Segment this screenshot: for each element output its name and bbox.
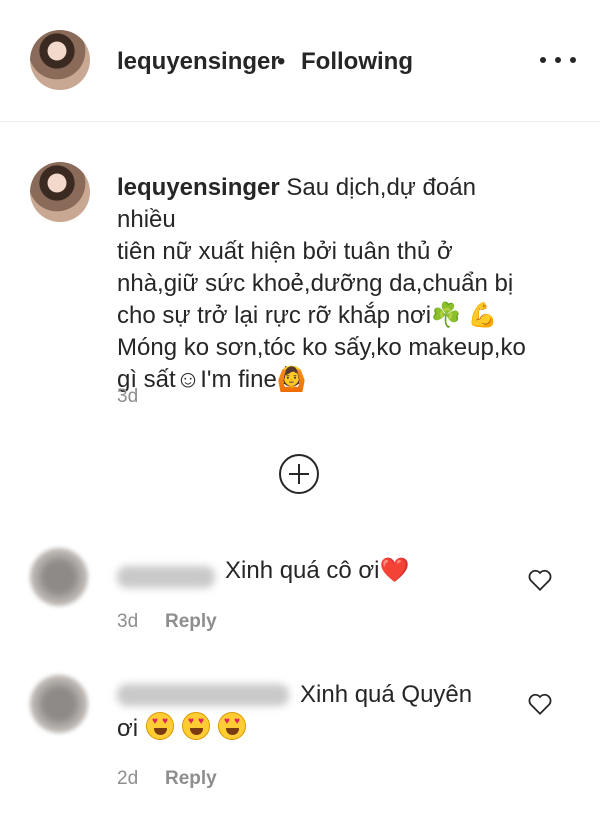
avatar[interactable] bbox=[30, 30, 90, 90]
separator-dot: • bbox=[277, 48, 286, 75]
post-header: lequyensinger • Following bbox=[0, 0, 600, 122]
plus-circle-icon[interactable] bbox=[279, 454, 319, 494]
caption-username[interactable]: lequyensinger bbox=[117, 174, 280, 201]
caption-line-3: nhà,giữ sức khoẻ,dưỡng da,chuẩn bị bbox=[117, 270, 514, 297]
like-heart-icon[interactable] bbox=[527, 692, 553, 716]
header-username[interactable]: lequyensinger bbox=[117, 48, 280, 76]
post-caption: lequyensinger Sau dịch,dự đoán nhiều tiê… bbox=[117, 172, 537, 396]
heart-eyes-emoji-icon bbox=[218, 712, 246, 740]
comment-username-blurred[interactable] bbox=[117, 684, 289, 706]
comment-text-line-1: Xinh quá Quyên bbox=[300, 681, 473, 708]
emoji-group bbox=[146, 712, 246, 740]
reply-button[interactable]: Reply bbox=[165, 768, 217, 790]
comment-text-line-2: ơi bbox=[117, 715, 139, 742]
comment-text: Xinh quá cô ơi❤️ bbox=[225, 557, 410, 584]
like-heart-icon[interactable] bbox=[527, 568, 553, 592]
heart-eyes-emoji-icon bbox=[182, 712, 210, 740]
heart-eyes-emoji-icon bbox=[146, 712, 174, 740]
comment-avatar[interactable] bbox=[30, 548, 88, 606]
more-horizontal-icon[interactable] bbox=[540, 48, 576, 72]
caption-line-4: cho sự trở lại rực rỡ khắp nơi☘️ 💪 bbox=[117, 302, 498, 329]
reply-button[interactable]: Reply bbox=[165, 611, 217, 633]
post-time[interactable]: 3d bbox=[117, 386, 138, 408]
caption-line-5: Móng ko sơn,tóc ko sấy,ko makeup,ko bbox=[117, 334, 526, 361]
caption-line-6: gì sất☺I'm fine🙆 bbox=[117, 366, 307, 393]
caption-line-2: tiên nữ xuất hiện bởi tuân thủ ở bbox=[117, 238, 453, 265]
comment-time[interactable]: 3d bbox=[117, 611, 138, 633]
following-button[interactable]: Following bbox=[301, 48, 413, 76]
comment-avatar[interactable] bbox=[30, 675, 88, 733]
comment-time[interactable]: 2d bbox=[117, 768, 138, 790]
caption-avatar[interactable] bbox=[30, 162, 90, 222]
comment-username-blurred[interactable] bbox=[117, 566, 215, 588]
